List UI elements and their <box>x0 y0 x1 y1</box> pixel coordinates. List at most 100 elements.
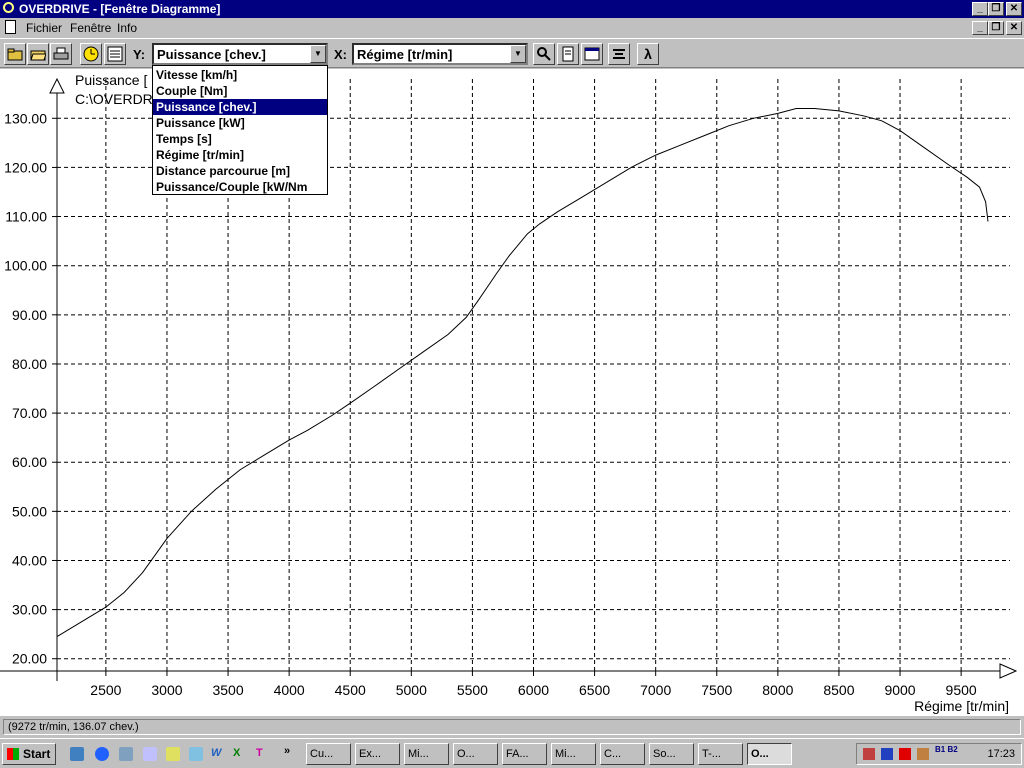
y-tick-label: 130.00 <box>4 110 47 126</box>
menu-info[interactable]: Info <box>117 21 137 35</box>
task-button[interactable]: T-... <box>698 743 743 765</box>
y-tick-label: 30.00 <box>12 602 47 618</box>
task-button[interactable]: So... <box>649 743 694 765</box>
dropdown-option[interactable]: Régime [tr/min] <box>153 147 327 163</box>
x-tick-label: 9000 <box>884 682 915 698</box>
quicklaunch-network2-icon[interactable] <box>143 747 157 761</box>
dropdown-option[interactable]: Temps [s] <box>153 131 327 147</box>
close-button[interactable]: ✕ <box>1006 2 1022 16</box>
chevron-down-icon[interactable]: ▼ <box>510 45 526 63</box>
task-button[interactable]: FA... <box>502 743 547 765</box>
toolbar: Y: Puissance [chev.] ▼ X: Régime [tr/min… <box>0 38 1024 68</box>
y-axis-dropdown-list: Vitesse [km/h] Couple [Nm] Puissance [chev… <box>152 65 328 195</box>
new-folder-icon[interactable] <box>4 43 26 65</box>
quicklaunch-t-icon[interactable]: T <box>256 747 270 761</box>
clock: 17:23 <box>987 748 1015 760</box>
quicklaunch-more-chevron[interactable]: » <box>284 745 290 757</box>
title-bar: OVERDRIVE - [Fenêtre Diagramme] _ ❐ ✕ <box>0 0 1024 18</box>
legend-series-name: Puissance [ <box>75 72 147 88</box>
x-tick-label: 5500 <box>457 682 488 698</box>
x-tick-label: 5000 <box>396 682 427 698</box>
x-tick-label: 3000 <box>151 682 182 698</box>
x-axis-select[interactable]: Régime [tr/min] ▼ <box>352 43 528 65</box>
y-axis-select-value: Puissance [chev.] <box>157 47 266 62</box>
x-tick-label: 6500 <box>579 682 610 698</box>
print-icon[interactable] <box>50 43 72 65</box>
system-tray: B1 B2 17:23 <box>856 743 1022 765</box>
dropdown-option[interactable]: Puissance [chev.] <box>153 99 327 115</box>
y-tick-label: 40.00 <box>12 552 47 568</box>
x-axis-label: X: <box>334 47 347 62</box>
task-button[interactable]: Mi... <box>551 743 596 765</box>
windows-logo-icon <box>7 748 19 760</box>
quicklaunch-word-icon[interactable]: W <box>211 747 225 761</box>
menu-fichier[interactable]: Fichier <box>26 21 62 35</box>
dropdown-option[interactable]: Puissance [kW] <box>153 115 327 131</box>
tray-network-icon[interactable] <box>881 748 893 760</box>
y-tick-label: 120.00 <box>4 159 47 175</box>
tray-app-icon[interactable] <box>863 748 875 760</box>
quicklaunch-network-icon[interactable] <box>119 747 133 761</box>
x-tick-label: 2500 <box>90 682 121 698</box>
task-button[interactable]: Ex... <box>355 743 400 765</box>
dropdown-option[interactable]: Couple [Nm] <box>153 83 327 99</box>
quicklaunch-ie-icon[interactable] <box>95 747 109 761</box>
x-tick-label: 8500 <box>823 682 854 698</box>
x-axis-title: Régime [tr/min] <box>914 698 1009 714</box>
x-tick-label: 7500 <box>701 682 732 698</box>
start-label: Start <box>23 747 51 761</box>
y-tick-label: 80.00 <box>12 356 47 372</box>
start-button[interactable]: Start <box>2 743 56 765</box>
lambda-button[interactable]: λ <box>637 43 659 65</box>
dropdown-option[interactable]: Vitesse [km/h] <box>153 67 327 83</box>
task-button[interactable]: O... <box>453 743 498 765</box>
tray-ati-icon[interactable] <box>899 748 911 760</box>
dropdown-option[interactable]: Distance parcourue [m] <box>153 163 327 179</box>
x-tick-label: 8000 <box>762 682 793 698</box>
task-button[interactable]: C... <box>600 743 645 765</box>
menu-bar: Fichier Fenêtre Info _ ❐ ✕ <box>0 18 1024 38</box>
window-title: OVERDRIVE - [Fenêtre Diagramme] <box>19 2 221 16</box>
y-tick-label: 20.00 <box>12 651 47 667</box>
align-icon[interactable] <box>608 43 630 65</box>
zoom-icon[interactable] <box>533 43 555 65</box>
x-tick-label: 9500 <box>946 682 977 698</box>
quicklaunch-excel-icon[interactable]: X <box>233 747 247 761</box>
quicklaunch-search-icon[interactable] <box>166 747 180 761</box>
task-button-overdrive[interactable]: O... <box>747 743 792 765</box>
open-folder-icon[interactable] <box>27 43 49 65</box>
cursor-readout: (9272 tr/min, 136.07 chev.) <box>3 719 1021 735</box>
window-icon[interactable] <box>581 43 603 65</box>
legend-file-path: C:\OVERDR <box>75 91 153 107</box>
document-icon[interactable] <box>557 43 579 65</box>
y-tick-label: 70.00 <box>12 405 47 421</box>
y-tick-label: 60.00 <box>12 454 47 470</box>
doc-minimize-button[interactable]: _ <box>972 21 988 35</box>
restore-button[interactable]: ❐ <box>988 2 1004 16</box>
document-icon[interactable] <box>5 20 16 34</box>
task-button[interactable]: Mi... <box>404 743 449 765</box>
quicklaunch-app-icon[interactable] <box>189 747 203 761</box>
y-axis-select[interactable]: Puissance [chev.] ▼ <box>152 43 328 65</box>
chevron-down-icon[interactable]: ▼ <box>310 45 326 63</box>
app-icon[interactable] <box>3 2 14 13</box>
list-icon[interactable] <box>104 43 126 65</box>
minimize-button[interactable]: _ <box>972 2 988 16</box>
quicklaunch-desktop-icon[interactable] <box>70 747 84 761</box>
doc-close-button[interactable]: ✕ <box>1006 21 1022 35</box>
y-tick-label: 110.00 <box>5 209 47 225</box>
task-button[interactable]: Cu... <box>306 743 351 765</box>
x-tick-label: 7000 <box>640 682 671 698</box>
clock-icon[interactable] <box>80 43 102 65</box>
tray-volume-icon[interactable] <box>917 748 929 760</box>
tray-b1b2-icon[interactable]: B1 B2 <box>935 746 958 754</box>
x-tick-label: 4000 <box>274 682 305 698</box>
y-tick-label: 100.00 <box>4 258 47 274</box>
menu-fenetre[interactable]: Fenêtre <box>70 21 111 35</box>
y-axis-label: Y: <box>133 47 146 62</box>
doc-restore-button[interactable]: ❐ <box>988 21 1004 35</box>
x-tick-label: 4500 <box>335 682 366 698</box>
x-tick-label: 6000 <box>518 682 549 698</box>
dropdown-option[interactable]: Puissance/Couple [kW/Nm <box>153 179 327 195</box>
y-tick-label: 90.00 <box>12 307 47 323</box>
